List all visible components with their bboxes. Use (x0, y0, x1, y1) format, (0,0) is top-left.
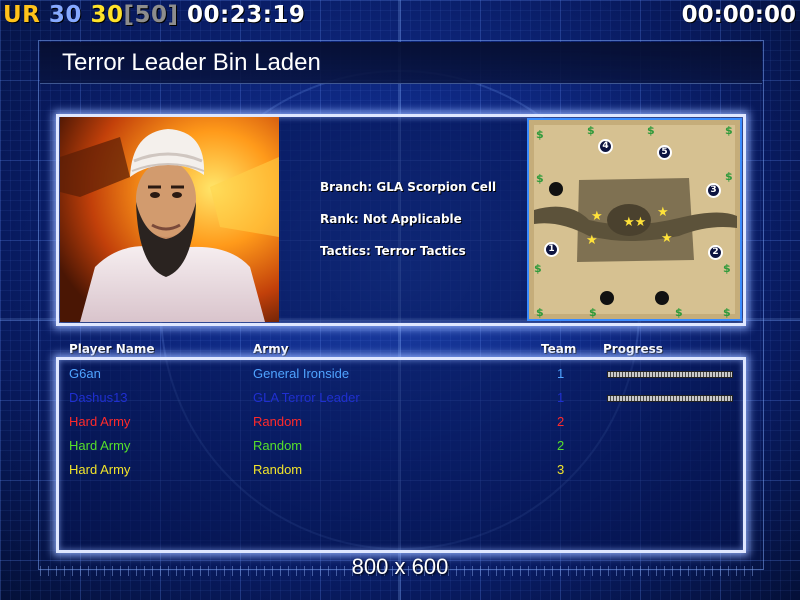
general-tactics: Tactics: Terror Tactics (320, 244, 466, 258)
player-army: Random (253, 462, 303, 477)
map-start-position-4: 4 (598, 139, 613, 154)
resolution-label: 800 x 600 (351, 554, 449, 579)
player-name: Dashus13 (69, 390, 128, 405)
player-team: 3 (557, 462, 565, 477)
map-start-position-2: 2 (708, 245, 723, 260)
player-team: 2 (557, 438, 565, 453)
player-army: Random (253, 438, 303, 453)
player-team: 2 (557, 414, 565, 429)
svg-text:★: ★ (657, 205, 669, 220)
svg-text:★: ★ (661, 231, 673, 246)
column-header-army: Army (253, 342, 289, 356)
player-army: General Ironside (253, 366, 350, 381)
hud-current-units: 30 (48, 2, 82, 28)
map-start-position-3: 3 (706, 183, 721, 198)
svg-text:★: ★ (591, 209, 603, 224)
svg-text:$: $ (725, 170, 733, 183)
column-header-player-name: Player Name (69, 342, 155, 356)
player-row: Hard Army Random 2 (60, 411, 740, 433)
svg-text:$: $ (589, 306, 597, 319)
svg-text:$: $ (587, 124, 595, 137)
player-army: Random (253, 414, 303, 429)
player-name: Hard Army (69, 438, 131, 453)
hud-elapsed-time: 00:23:19 (187, 2, 306, 28)
svg-text:$: $ (723, 306, 731, 319)
map-preview: ★ ★ ★★ ★ ★ $ $ $ $ $ $ $ $ $ $ $ $ (527, 118, 742, 321)
general-rank: Rank: Not Applicable (320, 212, 462, 226)
hud-unit-value: 30 (90, 2, 124, 28)
player-name: G6an (69, 366, 101, 381)
player-progress-bar (607, 371, 733, 378)
svg-text:$: $ (675, 306, 683, 319)
player-army: GLA Terror Leader (253, 390, 360, 405)
player-progress-bar (607, 395, 733, 402)
hud-tag: UR (3, 2, 41, 28)
svg-text:★★: ★★ (623, 215, 646, 230)
player-name: Hard Army (69, 414, 131, 429)
player-name: Hard Army (69, 462, 131, 477)
player-row: Hard Army Random 3 (60, 459, 740, 481)
svg-text:★: ★ (586, 233, 598, 248)
hud-stats: UR 30 30[50] 00:23:19 (3, 0, 305, 30)
svg-text:$: $ (647, 124, 655, 137)
general-branch: Branch: GLA Scorpion Cell (320, 180, 497, 194)
column-header-team: Team (541, 342, 577, 356)
map-start-position-5: 5 (657, 145, 672, 160)
svg-text:$: $ (725, 124, 733, 137)
hud-countdown: 00:00:00 (681, 2, 796, 28)
player-row: Hard Army Random 2 (60, 435, 740, 457)
svg-text:$: $ (534, 262, 542, 275)
svg-text:$: $ (723, 262, 731, 275)
general-portrait (60, 117, 279, 322)
map-start-position-1: 1 (544, 242, 559, 257)
player-row: G6an General Ironside 1 (60, 363, 740, 385)
player-team: 1 (557, 366, 565, 381)
svg-text:$: $ (536, 128, 544, 141)
hud-unit-cap: [50] (123, 2, 179, 28)
column-header-progress: Progress (603, 342, 663, 356)
general-title: Terror Leader Bin Laden (62, 49, 321, 76)
player-row: Dashus13 GLA Terror Leader 1 (60, 387, 740, 409)
svg-text:$: $ (536, 306, 544, 319)
player-team: 1 (557, 390, 565, 405)
svg-text:$: $ (536, 172, 544, 185)
